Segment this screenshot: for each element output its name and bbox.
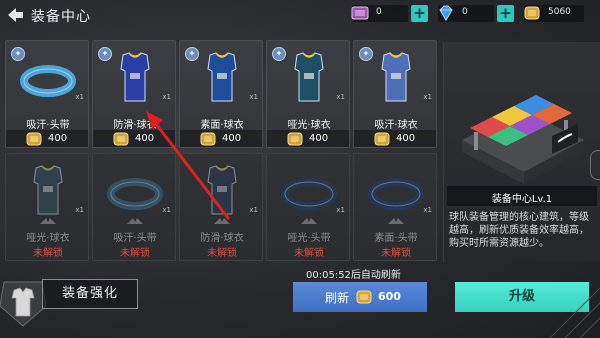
item-name: 吸汗·头带 [26, 120, 70, 131]
refresh-label: 刷新 [325, 291, 350, 305]
wing-mark-icon [388, 218, 404, 224]
headband-icon [20, 65, 76, 97]
ticket-counter: 0 + [351, 5, 428, 22]
gold-coin-icon [374, 132, 390, 146]
top-bar: 装备中心 0 + 0 + 5060 [0, 0, 600, 30]
quality-badge: ✦ [272, 47, 286, 61]
item-name: 哑光·球衣 [287, 120, 331, 131]
item-name: 哑光·头带 [287, 233, 331, 244]
item-name: 哑光·球衣 [26, 233, 70, 244]
wing-mark-icon [214, 218, 230, 224]
quality-badge: ✦ [185, 47, 199, 61]
locked-status: 未解锁 [207, 248, 237, 259]
jersey-icon [294, 52, 324, 102]
add-ticket-button[interactable]: + [411, 5, 428, 22]
quality-badge: ✦ [98, 47, 112, 61]
headband-icon [281, 178, 337, 210]
item-quantity: x1 [162, 93, 171, 101]
item-card[interactable]: x1 哑光·头带未解锁 [266, 153, 350, 261]
locked-status: 未解锁 [120, 248, 150, 259]
item-card[interactable]: x1 素面·头带未解锁 [353, 153, 437, 261]
item-price: 400 [354, 130, 436, 147]
jersey-icon [207, 52, 237, 102]
item-quantity: x1 [336, 206, 345, 214]
refresh-cost: 600 [378, 290, 401, 303]
headband-icon [368, 178, 424, 210]
item-name: 吸汗·头带 [113, 233, 157, 244]
gem-counter: 0 + [438, 5, 514, 22]
item-card[interactable]: x1 防滑·球衣未解锁 [179, 153, 263, 261]
item-card[interactable]: ✦ x1 素面·球衣 400 [179, 40, 263, 148]
item-quantity: x1 [249, 93, 258, 101]
item-price: 400 [267, 130, 349, 147]
item-card[interactable]: ✦ x1 吸汗·头带 400 [5, 40, 89, 148]
side-handle[interactable] [590, 150, 600, 180]
enhance-shirt-icon [0, 281, 46, 327]
add-gem-button[interactable]: + [497, 5, 514, 22]
enhance-button[interactable]: 装备强化 [42, 279, 138, 309]
item-name: 防滑·球衣 [113, 120, 157, 131]
item-quantity: x1 [336, 93, 345, 101]
gold-coin-icon [26, 132, 42, 146]
price-value: 400 [309, 133, 329, 144]
decorative-lines [549, 287, 600, 338]
jersey-icon [207, 165, 237, 215]
item-name: 吸汗·球衣 [374, 120, 418, 131]
item-card[interactable]: x1 吸汗·头带未解锁 [92, 153, 176, 261]
locked-status: 未解锁 [381, 248, 411, 259]
item-quantity: x1 [75, 93, 84, 101]
item-name: 防滑·球衣 [200, 233, 244, 244]
wing-mark-icon [127, 218, 143, 224]
item-name: 素面·球衣 [200, 120, 244, 131]
gold-counter: 5060 [524, 5, 584, 22]
building-name-bar: 装备中心Lv.1 [447, 186, 597, 206]
item-card[interactable]: ✦ x1 吸汗·球衣 400 [353, 40, 437, 148]
price-value: 400 [396, 133, 416, 144]
jersey-icon [120, 52, 150, 102]
item-quantity: x1 [423, 206, 432, 214]
gold-coin-icon [200, 132, 216, 146]
price-value: 400 [135, 133, 155, 144]
quality-badge: ✦ [11, 47, 25, 61]
jersey-icon [381, 52, 411, 102]
refresh-timer: 00:05:52后自动刷新 [306, 270, 401, 281]
gold-coin-icon [524, 6, 540, 20]
item-card[interactable]: ✦ x1 防滑·球衣 400 [92, 40, 176, 148]
item-card[interactable]: ✦ x1 哑光·球衣 400 [266, 40, 350, 148]
gold-value: 5060 [548, 7, 571, 17]
page-title: 装备中心 [31, 9, 91, 25]
back-arrow-icon[interactable] [6, 7, 24, 23]
building-description: 球队装备管理的核心建筑，等级越高，刷新优质装备效率越高，购买时所需资源越少。 [449, 212, 589, 249]
locked-status: 未解锁 [33, 248, 63, 259]
ticket-icon [351, 6, 369, 20]
wing-mark-icon [301, 218, 317, 224]
item-name: 素面·头带 [374, 233, 418, 244]
gold-coin-icon [113, 132, 129, 146]
ticket-value: 0 [376, 7, 382, 17]
headband-icon [107, 178, 163, 210]
locked-status: 未解锁 [294, 248, 324, 259]
gem-value: 0 [462, 7, 468, 17]
item-quantity: x1 [249, 206, 258, 214]
refresh-button[interactable]: 刷新 600 [293, 282, 427, 312]
item-card[interactable]: x1 哑光·球衣未解锁 [5, 153, 89, 261]
gold-coin-icon [287, 132, 303, 146]
diamond-icon [439, 5, 453, 21]
jersey-icon [33, 165, 63, 215]
item-quantity: x1 [75, 206, 84, 214]
quality-badge: ✦ [359, 47, 373, 61]
item-price: 400 [93, 130, 175, 147]
building-illustration [462, 95, 584, 184]
item-quantity: x1 [162, 206, 171, 214]
item-quantity: x1 [423, 93, 432, 101]
item-price: 400 [180, 130, 262, 147]
item-price: 400 [6, 130, 88, 147]
building-name: 装备中心Lv.1 [491, 194, 553, 205]
wing-mark-icon [40, 218, 56, 224]
price-value: 400 [222, 133, 242, 144]
gold-coin-icon [356, 290, 372, 304]
price-value: 400 [48, 133, 68, 144]
